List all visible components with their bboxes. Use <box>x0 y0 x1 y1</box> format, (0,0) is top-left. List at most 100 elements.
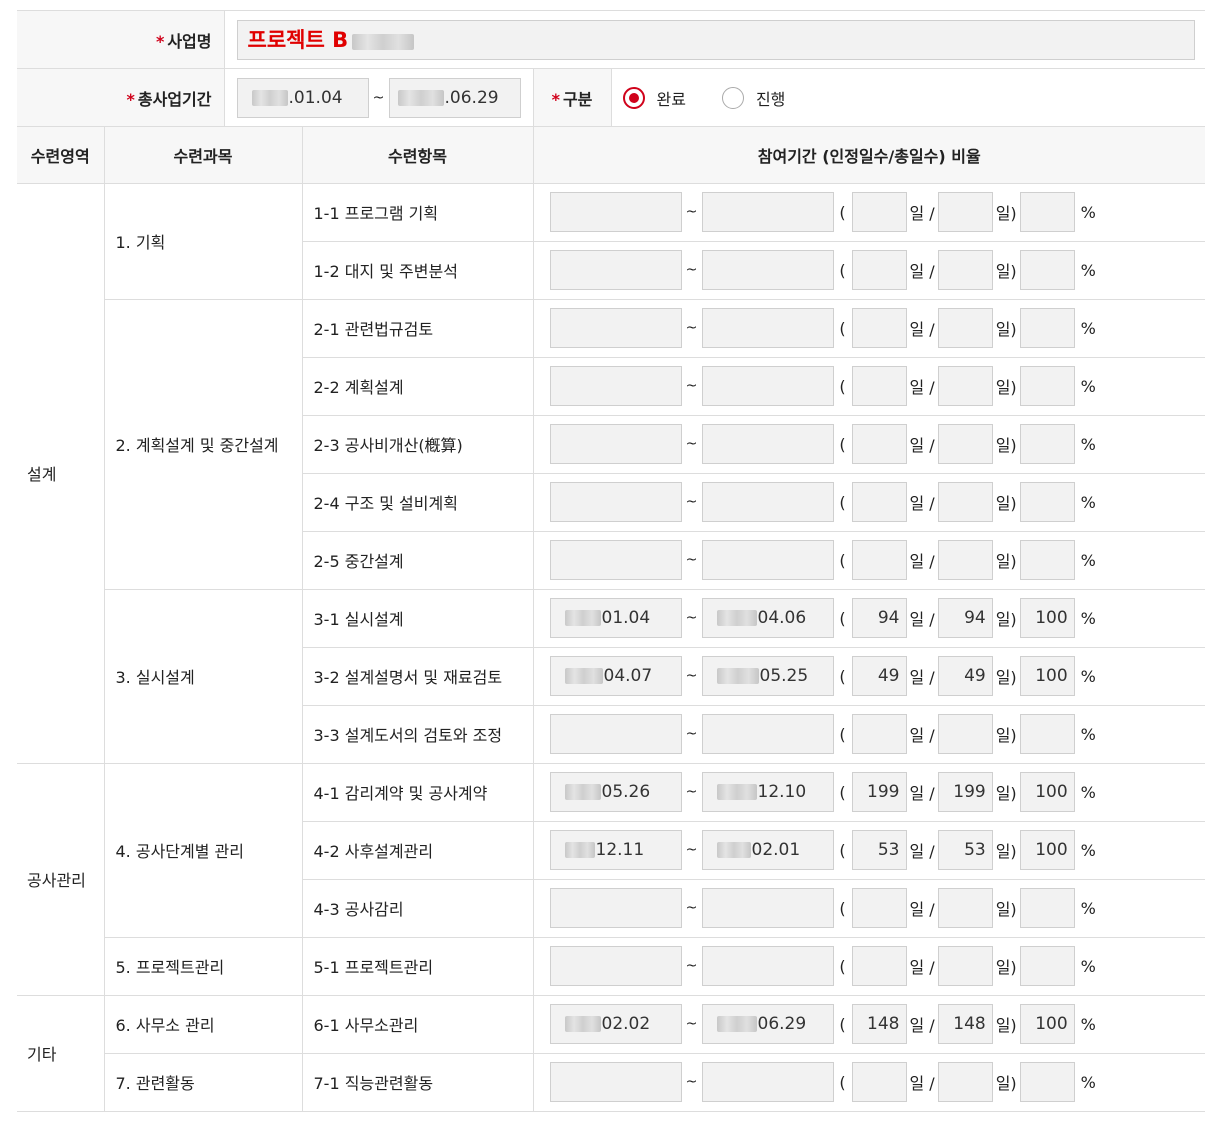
ratio-input[interactable] <box>1019 540 1075 580</box>
redacted-text <box>352 34 415 50</box>
training-table: 수련영역 수련과목 수련항목 참여기간 (인정일수/총일수) 비율 설계 1. 기… <box>17 127 1205 1112</box>
end-date-input[interactable] <box>701 366 834 406</box>
start-date-input[interactable] <box>549 1062 682 1102</box>
end-date-input[interactable]: 05.25 <box>701 656 834 696</box>
approved-days-input[interactable] <box>851 888 907 928</box>
start-date-input[interactable] <box>549 540 682 580</box>
approved-days-input[interactable] <box>851 1062 907 1102</box>
ratio-input[interactable] <box>1019 714 1075 754</box>
approved-days-input[interactable] <box>851 482 907 522</box>
total-days-input[interactable]: 148 <box>937 1004 993 1044</box>
end-date-input[interactable] <box>701 946 834 986</box>
table-row: 기타 6. 사무소 관리 6-1 사무소관리 02.02 ~06.29(148 일 /14… <box>17 995 1205 1112</box>
end-date-input[interactable] <box>701 308 834 348</box>
ratio-input[interactable]: 100 <box>1019 656 1075 696</box>
total-days-input[interactable] <box>937 1062 993 1102</box>
ratio-input[interactable]: 100 <box>1019 598 1075 638</box>
start-date-input[interactable]: 05.26 <box>549 772 682 812</box>
item-cell: 3-2 설계설명서 및 재료검토 <box>302 647 534 706</box>
end-date-input[interactable] <box>701 1062 834 1102</box>
status-complete-radio[interactable] <box>622 86 645 109</box>
total-days-input[interactable]: 49 <box>937 656 993 696</box>
status-progress-radio[interactable] <box>721 86 744 109</box>
period-fields: 02.02 ~06.29(148 일 /148 일) 100% <box>533 995 1205 1054</box>
approved-days-input[interactable]: 94 <box>851 598 907 638</box>
ratio-input[interactable] <box>1019 888 1075 928</box>
period-end-input[interactable]: .06.29 <box>388 77 521 118</box>
approved-days-input[interactable] <box>851 250 907 290</box>
ratio-input[interactable] <box>1019 366 1075 406</box>
project-name-cell: 프로젝트 B <box>224 10 1205 69</box>
ratio-input[interactable] <box>1019 946 1075 986</box>
end-date-input[interactable] <box>701 424 834 464</box>
start-date-input[interactable] <box>549 192 682 232</box>
ratio-input[interactable]: 100 <box>1019 830 1075 870</box>
end-date-input[interactable] <box>701 540 834 580</box>
start-date-input[interactable]: 12.11 <box>549 830 682 870</box>
total-days-input[interactable] <box>937 540 993 580</box>
start-date-input[interactable] <box>549 308 682 348</box>
header-item: 수련항목 <box>302 127 534 184</box>
training-record-form: * 사업명 프로젝트 B * 총사업기간 .01.04 ~ .06.29 * 구분 완료 진… <box>17 10 1205 1112</box>
start-date-input[interactable] <box>549 482 682 522</box>
approved-days-input[interactable] <box>851 540 907 580</box>
approved-days-input[interactable]: 148 <box>851 1004 907 1044</box>
total-days-input[interactable] <box>937 482 993 522</box>
approved-days-input[interactable]: 199 <box>851 772 907 812</box>
total-days-input[interactable] <box>937 250 993 290</box>
ratio-input[interactable] <box>1019 424 1075 464</box>
end-date-input[interactable] <box>701 888 834 928</box>
start-date-input[interactable]: 04.07 <box>549 656 682 696</box>
approved-days-input[interactable] <box>851 424 907 464</box>
total-days-input[interactable] <box>937 424 993 464</box>
approved-days-input[interactable] <box>851 714 907 754</box>
project-info-table: * 사업명 프로젝트 B * 총사업기간 .01.04 ~ .06.29 * 구분 완료 진… <box>17 10 1205 127</box>
start-date-input[interactable] <box>549 946 682 986</box>
ratio-input[interactable] <box>1019 308 1075 348</box>
redacted-text <box>716 842 751 858</box>
end-date-input[interactable]: 04.06 <box>701 598 834 638</box>
start-date-input[interactable] <box>549 714 682 754</box>
approved-days-input[interactable] <box>851 192 907 232</box>
start-date-input[interactable] <box>549 366 682 406</box>
total-days-input[interactable] <box>937 366 993 406</box>
start-date-input[interactable] <box>549 424 682 464</box>
total-days-input[interactable] <box>937 308 993 348</box>
ratio-input[interactable]: 100 <box>1019 772 1075 812</box>
end-date-input[interactable]: 12.10 <box>701 772 834 812</box>
approved-days-input[interactable]: 53 <box>851 830 907 870</box>
ratio-input[interactable]: 100 <box>1019 1004 1075 1044</box>
period-fields: ~(일 / 일)% <box>533 473 1205 532</box>
approved-days-input[interactable]: 49 <box>851 656 907 696</box>
project-name-input[interactable]: 프로젝트 B <box>236 19 1195 60</box>
end-date-input[interactable] <box>701 250 834 290</box>
start-date-input[interactable]: 01.04 <box>549 598 682 638</box>
end-date-input[interactable]: 06.29 <box>701 1004 834 1044</box>
end-date-input[interactable] <box>701 714 834 754</box>
end-date-input[interactable]: 02.01 <box>701 830 834 870</box>
end-date-input[interactable] <box>701 192 834 232</box>
ratio-input[interactable] <box>1019 482 1075 522</box>
total-days-input[interactable]: 53 <box>937 830 993 870</box>
start-date-input[interactable] <box>549 250 682 290</box>
period-fields: 04.07 ~05.25(49 일 /49 일) 100% <box>533 647 1205 706</box>
total-days-input[interactable] <box>937 946 993 986</box>
total-days-input[interactable] <box>937 714 993 754</box>
approved-days-input[interactable] <box>851 308 907 348</box>
ratio-input[interactable] <box>1019 192 1075 232</box>
header-area: 수련영역 <box>17 127 105 184</box>
start-date-input[interactable] <box>549 888 682 928</box>
item-cell: 7-1 직능관련활동 <box>302 1053 534 1112</box>
total-days-input[interactable] <box>937 192 993 232</box>
approved-days-input[interactable] <box>851 946 907 986</box>
status-label: * 구분 <box>533 68 612 127</box>
approved-days-input[interactable] <box>851 366 907 406</box>
total-days-input[interactable] <box>937 888 993 928</box>
total-days-input[interactable]: 199 <box>937 772 993 812</box>
ratio-input[interactable] <box>1019 1062 1075 1102</box>
end-date-input[interactable] <box>701 482 834 522</box>
start-date-input[interactable]: 02.02 <box>549 1004 682 1044</box>
period-start-input[interactable]: .01.04 <box>236 77 369 118</box>
ratio-input[interactable] <box>1019 250 1075 290</box>
total-days-input[interactable]: 94 <box>937 598 993 638</box>
